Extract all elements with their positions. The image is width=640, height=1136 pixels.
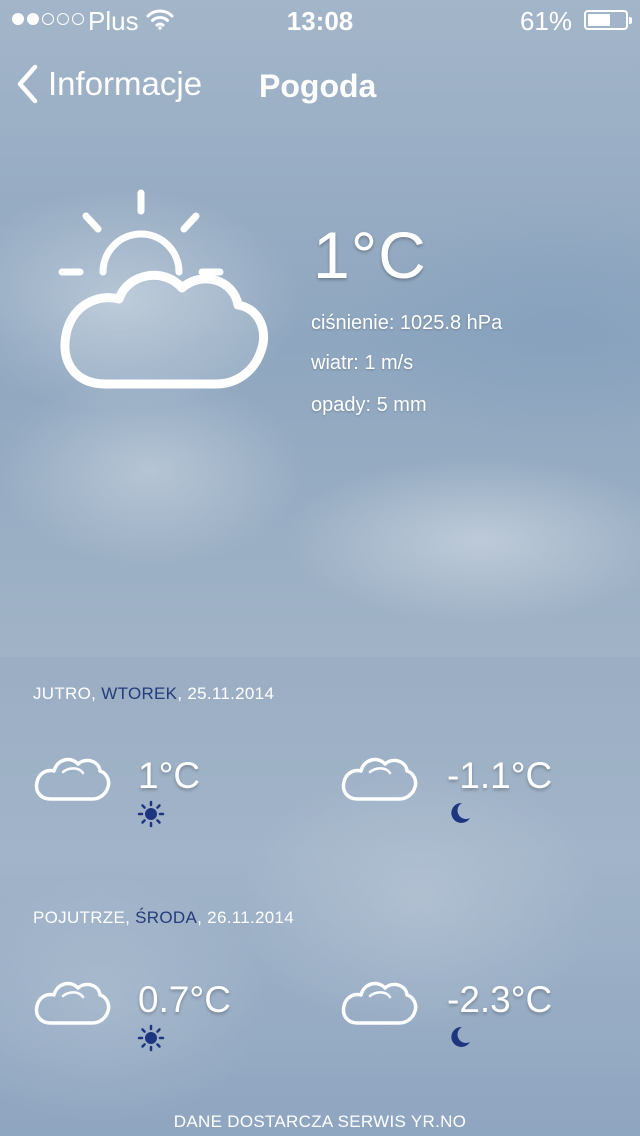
cloud-icon xyxy=(341,757,418,801)
day-relative-label: JUTRO, xyxy=(33,684,102,703)
back-button[interactable]: Informacje xyxy=(16,62,202,106)
cloud-icon xyxy=(34,757,111,801)
moon-icon xyxy=(451,802,470,823)
battery-icon xyxy=(584,10,632,30)
cloud-icon xyxy=(341,981,418,1025)
precipitation-value: opady: 5 mm xyxy=(311,394,427,416)
status-bar: Plus 13:08 61% xyxy=(0,0,640,40)
forecast-day-temperature: 0.7°C xyxy=(138,979,231,1020)
battery-level-fill xyxy=(588,14,610,26)
cloud-icon xyxy=(34,981,111,1025)
current-weather: 1°C ciśnienie: 1025.8 hPa wiatr: 1 m/s o… xyxy=(0,185,640,416)
pressure-value: ciśnienie: 1025.8 hPa xyxy=(311,312,503,334)
moon-icon xyxy=(451,1026,470,1047)
day-relative-label: POJUTRZE, xyxy=(33,908,136,927)
wind-value: wiatr: 1 m/s xyxy=(311,352,414,374)
chevron-left-icon xyxy=(17,64,38,104)
forecast-day-temperature: 1°C xyxy=(138,755,201,796)
date-label: , 25.11.2014 xyxy=(177,684,275,703)
battery-percentage: 61% xyxy=(519,6,572,36)
page-title: Pogoda xyxy=(259,68,377,104)
forecast-panel: JUTRO, WTOREK, 25.11.2014 1°C -1.1°C POJ… xyxy=(0,657,640,1136)
weekday-label: WTOREK xyxy=(101,684,178,703)
data-source-footer: DANE DOSTARCZA SERWIS YR.NO xyxy=(173,1112,467,1131)
navigation-bar: Informacje Pogoda xyxy=(0,40,640,128)
sun-icon xyxy=(137,800,165,828)
weekday-label: ŚRODA xyxy=(135,908,198,927)
forecast-night-temperature: -2.3°C xyxy=(447,979,553,1020)
back-button-label: Informacje xyxy=(48,65,203,102)
partly-cloudy-icon xyxy=(58,189,269,389)
forecast-day-heading: POJUTRZE, ŚRODA, 26.11.2014 xyxy=(33,908,294,928)
date-label: , 26.11.2014 xyxy=(197,908,295,927)
current-temperature: 1°C xyxy=(313,218,427,292)
sun-icon xyxy=(137,1024,165,1052)
forecast-night-temperature: -1.1°C xyxy=(447,755,553,796)
forecast-day-heading: JUTRO, WTOREK, 25.11.2014 xyxy=(33,684,274,704)
